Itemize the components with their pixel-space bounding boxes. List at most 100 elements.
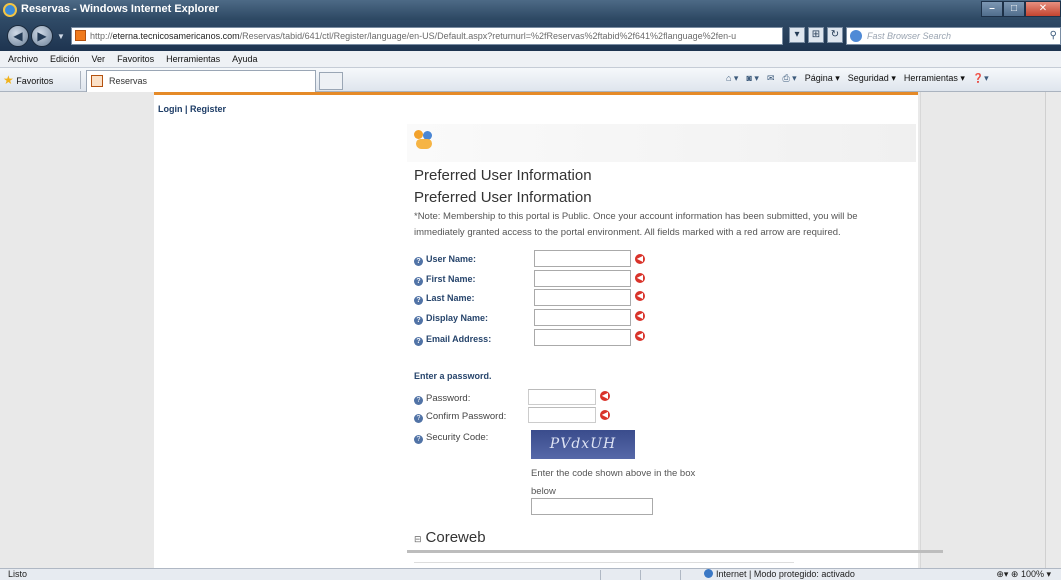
minimize-button[interactable]: – — [981, 1, 1003, 17]
divider — [600, 570, 601, 580]
required-arrow-icon: ◀ — [635, 254, 645, 264]
back-button[interactable]: ◀ — [7, 25, 29, 47]
email-address-label: ? Email Address: — [414, 334, 491, 346]
print-icon[interactable]: ⎙ ▾ — [782, 73, 796, 84]
compatibility-icon[interactable]: ⊞ — [808, 27, 824, 43]
home-icon[interactable]: ⌂ ▾ — [726, 73, 738, 84]
right-column — [918, 92, 1061, 568]
url-host: eterna.tecnicosamericanos.com — [112, 31, 240, 41]
password-label: ? Password: — [414, 393, 470, 405]
star-icon: ★ — [3, 73, 14, 87]
divider — [680, 570, 681, 580]
captcha-instructions: Enter the code shown above in the box be… — [531, 468, 696, 497]
menu-favoritos[interactable]: Favoritos — [117, 51, 154, 67]
window-controls: – □ ✕ — [981, 0, 1061, 18]
address-toolbar: ◀ ▶ ▼ http://eterna.tecnicosamericanos.c… — [0, 20, 1061, 51]
required-arrow-icon: ◀ — [635, 291, 645, 301]
password-input[interactable] — [528, 389, 596, 405]
coreweb-title: Coreweb — [425, 529, 486, 546]
help-icon[interactable]: ? — [414, 435, 423, 444]
url-prefix: http:// — [90, 31, 113, 41]
required-arrow-icon: ◀ — [600, 410, 610, 420]
help-icon[interactable]: ? — [414, 337, 423, 346]
first-name-label: ? First Name: — [414, 274, 476, 286]
vertical-scrollbar[interactable] — [1045, 92, 1061, 568]
page-viewport: Login | Register Preferred User Informat… — [0, 92, 1061, 568]
module-header — [407, 124, 916, 162]
command-bar: ⌂ ▾ ◙ ▾ ✉ ⎙ ▾ Página ▾ Seguridad ▾ Herra… — [726, 73, 989, 84]
password-section-title: Enter a password. — [414, 371, 492, 381]
status-text: Listo — [8, 569, 28, 579]
command-security[interactable]: Seguridad ▾ — [848, 73, 896, 84]
window-title: Reservas - Windows Internet Explorer — [21, 3, 219, 15]
required-arrow-icon: ◀ — [600, 391, 610, 401]
menu-ayuda[interactable]: Ayuda — [232, 51, 257, 67]
security-zone[interactable]: Internet | Modo protegido: activado — [704, 569, 855, 580]
url-path: /Reservas/tabid/641/ctl/Register/languag… — [239, 31, 737, 41]
login-register-links[interactable]: Login | Register — [158, 104, 226, 114]
mail-icon[interactable]: ✉ — [767, 73, 775, 84]
status-bar: Listo Internet | Modo protegido: activad… — [0, 568, 1061, 580]
module-title: Preferred User Information — [414, 167, 592, 184]
favorites-bar: ★ Favoritos Reservas ⌂ ▾ ◙ ▾ ✉ ⎙ ▾ Págin… — [0, 68, 1061, 92]
history-dropdown-icon[interactable]: ▼ — [57, 32, 65, 41]
close-button[interactable]: ✕ — [1025, 1, 1061, 17]
header-rule — [154, 92, 918, 95]
refresh-icon[interactable]: ↻ — [827, 27, 843, 43]
menu-herramientas[interactable]: Herramientas — [166, 51, 220, 67]
menu-archivo[interactable]: Archivo — [8, 51, 38, 67]
divider — [640, 570, 641, 580]
divider — [920, 92, 921, 568]
display-name-label: ? Display Name: — [414, 313, 488, 325]
search-input[interactable]: Fast Browser Search ⚲ — [846, 27, 1061, 45]
maximize-button[interactable]: □ — [1003, 1, 1025, 17]
tab-title: Reservas — [109, 76, 148, 86]
new-tab-button[interactable] — [319, 72, 343, 90]
help-icon[interactable]: ? — [414, 414, 423, 423]
window-titlebar: Reservas - Windows Internet Explorer – □… — [0, 0, 1061, 20]
help-icon[interactable]: ❓▾ — [973, 73, 989, 84]
coreweb-section-header[interactable]: ⊟ Coreweb — [414, 529, 486, 546]
email-address-input[interactable] — [534, 329, 631, 346]
favorites-button[interactable]: ★ Favoritos — [3, 73, 53, 87]
command-tools[interactable]: Herramientas ▾ — [904, 73, 965, 84]
search-provider-icon — [850, 30, 862, 42]
zoom-control[interactable]: ⊕▾ ⊕ 100% ▾ — [996, 569, 1051, 580]
membership-note: *Note: Membership to this portal is Publ… — [414, 211, 858, 238]
help-icon[interactable]: ? — [414, 316, 423, 325]
divider — [80, 71, 81, 89]
users-icon — [414, 130, 434, 152]
display-name-input[interactable] — [534, 309, 631, 326]
tab-reservas[interactable]: Reservas — [86, 70, 316, 92]
search-icon[interactable]: ⚲ — [1050, 28, 1057, 44]
user-name-input[interactable] — [534, 250, 631, 267]
tab-favicon-icon — [91, 75, 103, 87]
security-code-input[interactable] — [531, 498, 653, 515]
help-icon[interactable]: ? — [414, 257, 423, 266]
globe-icon — [704, 569, 713, 578]
menu-edicion[interactable]: Edición — [50, 51, 80, 67]
menu-ver[interactable]: Ver — [92, 51, 106, 67]
forward-button[interactable]: ▶ — [31, 25, 53, 47]
section-rule — [407, 550, 943, 553]
confirm-password-input[interactable] — [528, 407, 596, 423]
help-icon[interactable]: ? — [414, 296, 423, 305]
command-page[interactable]: Página ▾ — [805, 73, 840, 84]
help-icon[interactable]: ? — [414, 277, 423, 286]
feeds-icon[interactable]: ◙ ▾ — [746, 73, 758, 84]
user-name-label: ? User Name: — [414, 254, 476, 266]
address-dropdown-icon[interactable]: ▾ — [789, 27, 805, 43]
help-icon[interactable]: ? — [414, 396, 423, 405]
ie-logo-icon — [3, 3, 17, 17]
left-column — [0, 92, 154, 568]
last-name-input[interactable] — [534, 289, 631, 306]
address-bar[interactable]: http://eterna.tecnicosamericanos.com/Res… — [71, 27, 783, 45]
section-title: Preferred User Information — [414, 189, 592, 206]
favorites-label: Favoritos — [16, 76, 54, 86]
last-name-label: ? Last Name: — [414, 293, 475, 305]
required-arrow-icon: ◀ — [635, 311, 645, 321]
collapse-icon[interactable]: ⊟ — [414, 534, 422, 544]
first-name-input[interactable] — [534, 270, 631, 287]
site-favicon-icon — [75, 30, 86, 41]
search-placeholder: Fast Browser Search — [867, 31, 952, 41]
